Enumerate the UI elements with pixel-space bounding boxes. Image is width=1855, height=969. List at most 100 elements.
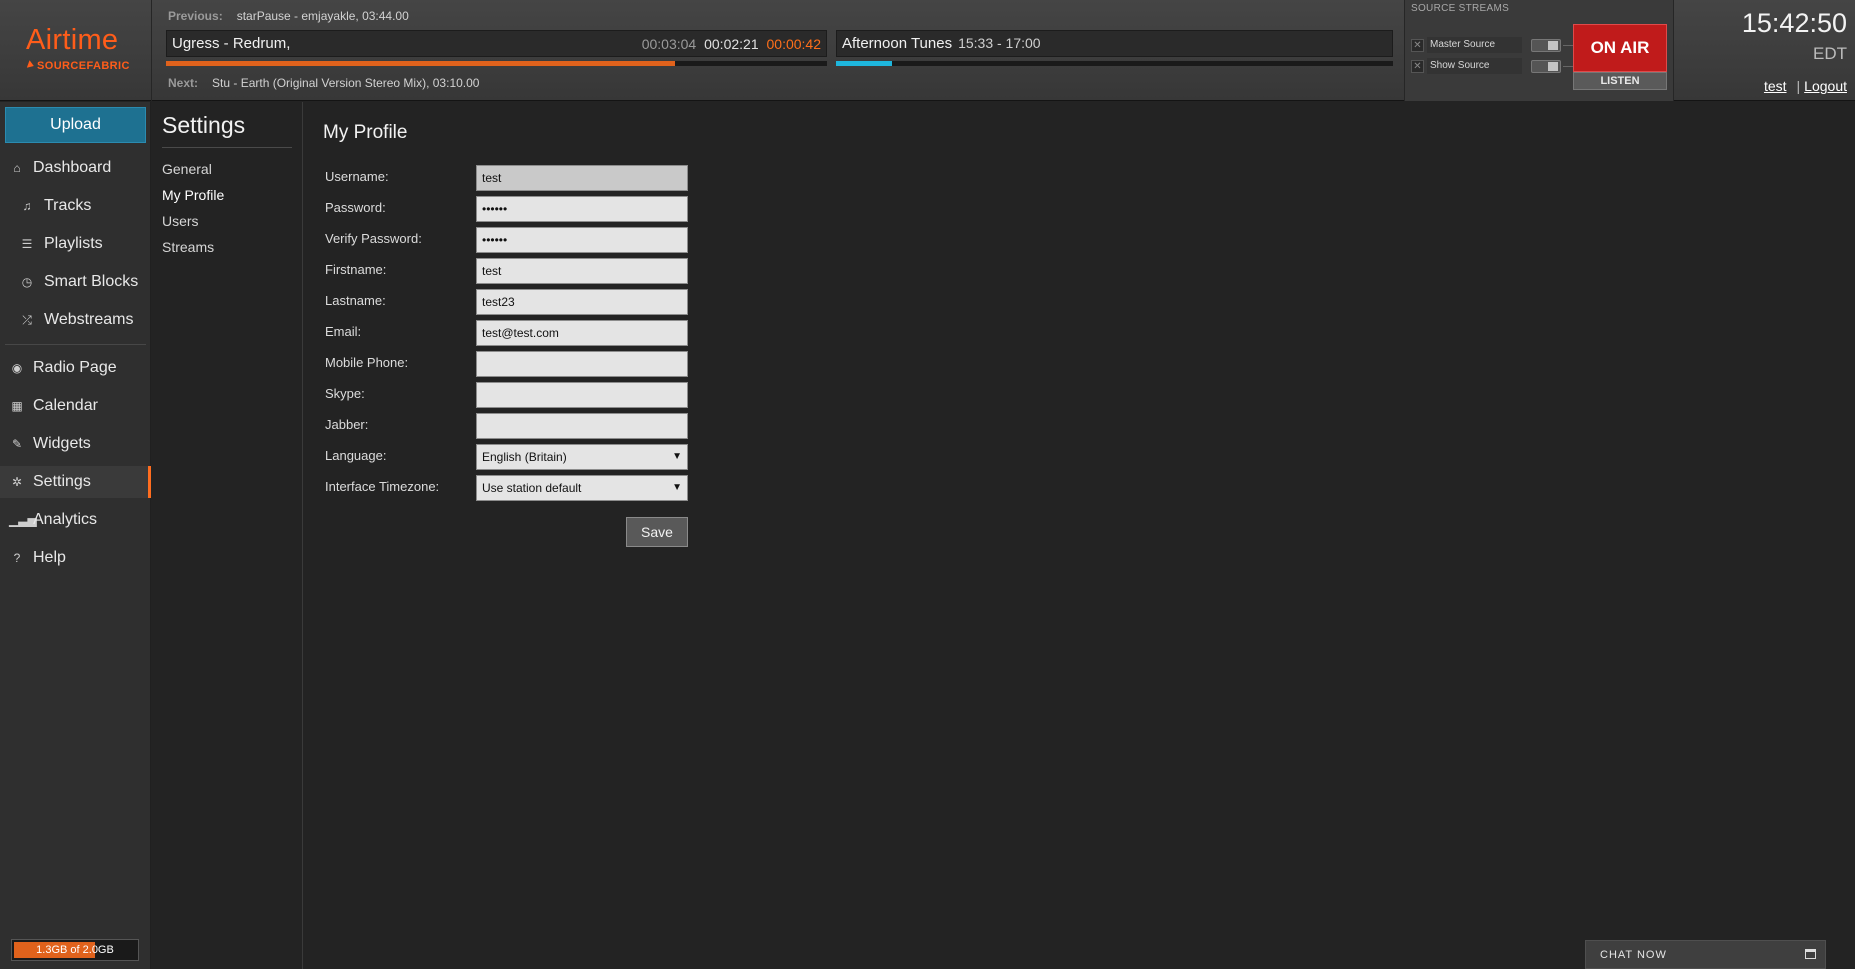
sidebar-item-smart-blocks[interactable]: ◷ Smart Blocks	[0, 266, 151, 298]
lastname-label: Lastname:	[325, 293, 386, 308]
password-field[interactable]	[476, 196, 688, 222]
calendar-icon: ▦	[11, 399, 23, 413]
top-bar: Airtime SOURCEFABRIC Previous: starPause …	[0, 0, 1855, 101]
sidebar-item-analytics[interactable]: ▁▃▅ Analytics	[0, 504, 151, 536]
sidebar-item-widgets[interactable]: ✎ Widgets	[0, 428, 151, 460]
save-button[interactable]: Save	[626, 517, 688, 547]
settings-nav-streams[interactable]: Streams	[162, 239, 214, 255]
listen-button[interactable]: LISTEN	[1573, 72, 1667, 90]
username-field[interactable]	[476, 165, 688, 191]
sidebar-item-label: Calendar	[33, 397, 98, 414]
switch-knob	[1548, 41, 1558, 50]
logo[interactable]: Airtime SOURCEFABRIC	[0, 0, 152, 101]
logout-link[interactable]: Logout	[1804, 78, 1847, 94]
track-remaining: 00:00:42	[766, 36, 822, 52]
sidebar-item-playlists[interactable]: ☰ Playlists	[0, 228, 151, 260]
show-source-kick-icon[interactable]: ✕	[1411, 60, 1424, 73]
wrench-icon: ✎	[11, 437, 23, 451]
sidebar-item-label: Tracks	[44, 197, 92, 214]
current-show: Afternoon Tunes 15:33 - 17:00	[842, 35, 1041, 52]
user-link[interactable]: test	[1764, 78, 1787, 94]
jabber-field[interactable]	[476, 413, 688, 439]
sidebar-item-calendar[interactable]: ▦ Calendar	[0, 390, 151, 422]
chat-now-widget[interactable]: CHAT NOW	[1585, 940, 1826, 969]
help-icon: ?	[13, 551, 21, 565]
email-field[interactable]	[476, 320, 688, 346]
language-value: English (Britain)	[482, 450, 567, 464]
next-track-line: Next: Stu - Earth (Original Version Stere…	[168, 76, 479, 90]
master-source-switch[interactable]	[1531, 39, 1561, 52]
sidebar-item-label: Webstreams	[44, 311, 134, 328]
settings-nav: Settings General My Profile Users Stream…	[152, 102, 303, 969]
main-content: My Profile Username: Password: Verify Pa…	[304, 102, 1855, 969]
settings-title-rule	[162, 147, 292, 148]
sidebar-item-label: Playlists	[44, 235, 103, 252]
username-label: Username:	[325, 169, 389, 184]
settings-nav-general[interactable]: General	[162, 161, 212, 177]
sidebar-item-label: Help	[33, 549, 66, 566]
sidebar-item-webstreams[interactable]: ⤮ Webstreams	[0, 304, 151, 336]
firstname-label: Firstname:	[325, 262, 387, 277]
show-hours: 15:33 - 17:00	[958, 35, 1041, 51]
switch-knob	[1548, 62, 1558, 71]
master-source-label: Master Source	[1427, 37, 1522, 53]
sidebar: Upload ⌂ Dashboard ♫ Tracks ☰ Playlists ◷ Sm…	[0, 102, 151, 969]
lastname-field[interactable]	[476, 289, 688, 315]
source-streams-panel: SOURCE STREAMS ✕ Master Source ✕ Show So…	[1404, 0, 1674, 101]
previous-track-line: Previous: starPause - emjayakle, 03:44.00	[168, 9, 409, 23]
sidebar-item-label: Dashboard	[33, 159, 112, 176]
storage-usage-text: 1.3GB of 2.0GB	[36, 944, 114, 956]
show-name: Afternoon Tunes	[842, 35, 953, 52]
track-elapsed: 00:03:04	[641, 36, 697, 52]
sidebar-item-radio-page[interactable]: ◉ Radio Page	[0, 352, 151, 384]
track-progress-bar	[166, 61, 827, 66]
mobile-phone-label: Mobile Phone:	[325, 355, 409, 370]
skype-field[interactable]	[476, 382, 688, 408]
upload-button[interactable]: Upload	[5, 107, 146, 143]
email-label: Email:	[325, 324, 362, 339]
sidebar-item-label: Smart Blocks	[44, 273, 139, 290]
sidebar-item-settings[interactable]: ✲ Settings	[0, 466, 151, 498]
clock-panel: 15:42:50 EDT test | Logout	[1676, 0, 1855, 101]
settings-nav-my-profile[interactable]: My Profile	[162, 187, 224, 203]
mobile-phone-field[interactable]	[476, 351, 688, 377]
next-label: Next:	[168, 76, 199, 90]
current-track-title: Ugress - Redrum,	[172, 35, 291, 52]
settings-nav-users[interactable]: Users	[162, 213, 199, 229]
sidebar-item-dashboard[interactable]: ⌂ Dashboard	[0, 152, 151, 184]
dropdown-caret-icon: ▼	[672, 482, 682, 493]
timezone-select[interactable]: Use station default ▼	[476, 475, 688, 501]
window-icon	[1805, 949, 1816, 959]
show-source-switch[interactable]	[1531, 60, 1561, 73]
sidebar-item-tracks[interactable]: ♫ Tracks	[0, 190, 151, 222]
track-total: 00:02:21	[704, 36, 759, 52]
skype-label: Skype:	[325, 386, 365, 401]
sidebar-item-help[interactable]: ? Help	[0, 542, 151, 574]
master-source-kick-icon[interactable]: ✕	[1411, 39, 1424, 52]
timezone-label: Interface Timezone:	[325, 479, 440, 494]
show-progress-fill	[836, 61, 892, 66]
source-streams-header: SOURCE STREAMS	[1411, 3, 1510, 14]
shuffle-icon: ⤮	[22, 313, 32, 327]
show-source-label: Show Source	[1427, 58, 1522, 74]
logo-sub: SOURCEFABRIC	[26, 60, 130, 72]
list-icon: ☰	[21, 237, 33, 251]
verify-password-row: Verify Password:	[325, 227, 725, 253]
current-show-box: Afternoon Tunes 15:33 - 17:00	[836, 30, 1393, 57]
timezone-value: Use station default	[482, 481, 582, 495]
sidebar-item-label: Widgets	[33, 435, 91, 452]
firstname-row: Firstname:	[325, 258, 725, 284]
verify-password-field[interactable]	[476, 227, 688, 253]
language-select[interactable]: English (Britain) ▼	[476, 444, 688, 470]
previous-label: Previous:	[168, 9, 223, 23]
current-track-box: Ugress - Redrum, 00:03:04 00:02:21 00:00…	[166, 30, 827, 57]
gear-icon: ✲	[11, 475, 23, 489]
logo-sub-text: SOURCEFABRIC	[37, 60, 130, 72]
clock-timezone: EDT	[1813, 44, 1847, 63]
home-icon: ⌂	[13, 161, 21, 175]
jabber-label: Jabber:	[325, 417, 369, 432]
chat-now-label: CHAT NOW	[1600, 949, 1667, 961]
firstname-field[interactable]	[476, 258, 688, 284]
timezone-row: Interface Timezone: Use station default ▼	[325, 475, 725, 501]
music-note-icon: ♫	[22, 199, 32, 213]
